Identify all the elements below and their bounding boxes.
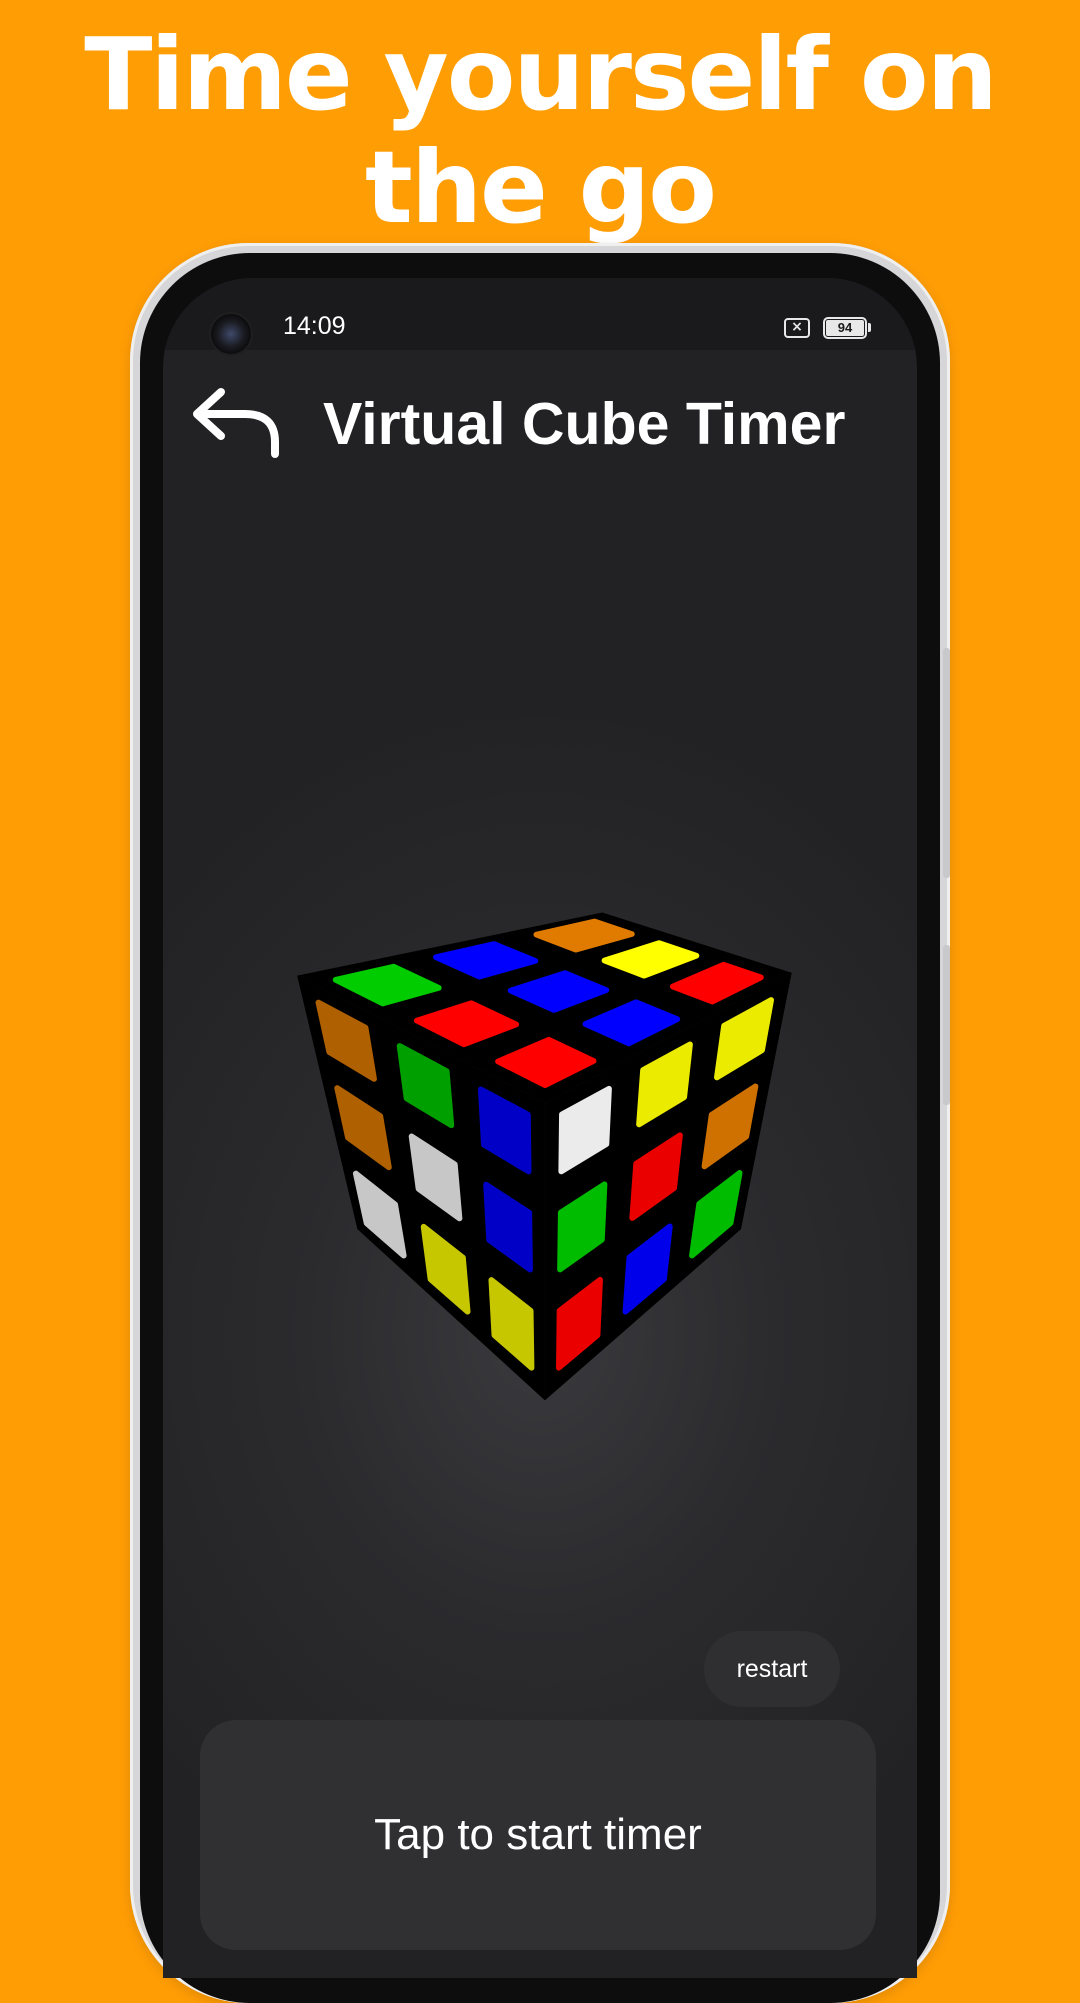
promo-headline-line-2: the go [365, 129, 717, 246]
virtual-cube[interactable] [223, 748, 863, 1408]
back-arrow-icon [193, 388, 279, 458]
no-sim-icon: × [784, 318, 810, 338]
phone-side-button-upper [943, 648, 950, 878]
phone-side-button-lower [943, 945, 950, 1105]
promo-headline: Time yourself on the go [0, 18, 1080, 244]
status-bar: 14:09 × 94 [163, 278, 917, 354]
restart-button[interactable]: restart [704, 1631, 840, 1707]
battery-tip [868, 323, 871, 332]
battery-percentage: 94 [837, 320, 853, 335]
phone-screen: 14:09 × 94 Virtual Cube Timer restart Ta… [163, 278, 917, 1978]
status-time: 14:09 [283, 312, 346, 340]
battery-icon: 94 [823, 317, 867, 339]
back-button[interactable] [191, 384, 283, 466]
cube-3d-view[interactable] [223, 748, 863, 1408]
promo-headline-line-1: Time yourself on [84, 16, 998, 133]
start-timer-button[interactable]: Tap to start timer [200, 1720, 876, 1950]
front-camera [211, 314, 251, 354]
page-title: Virtual Cube Timer [323, 391, 846, 457]
